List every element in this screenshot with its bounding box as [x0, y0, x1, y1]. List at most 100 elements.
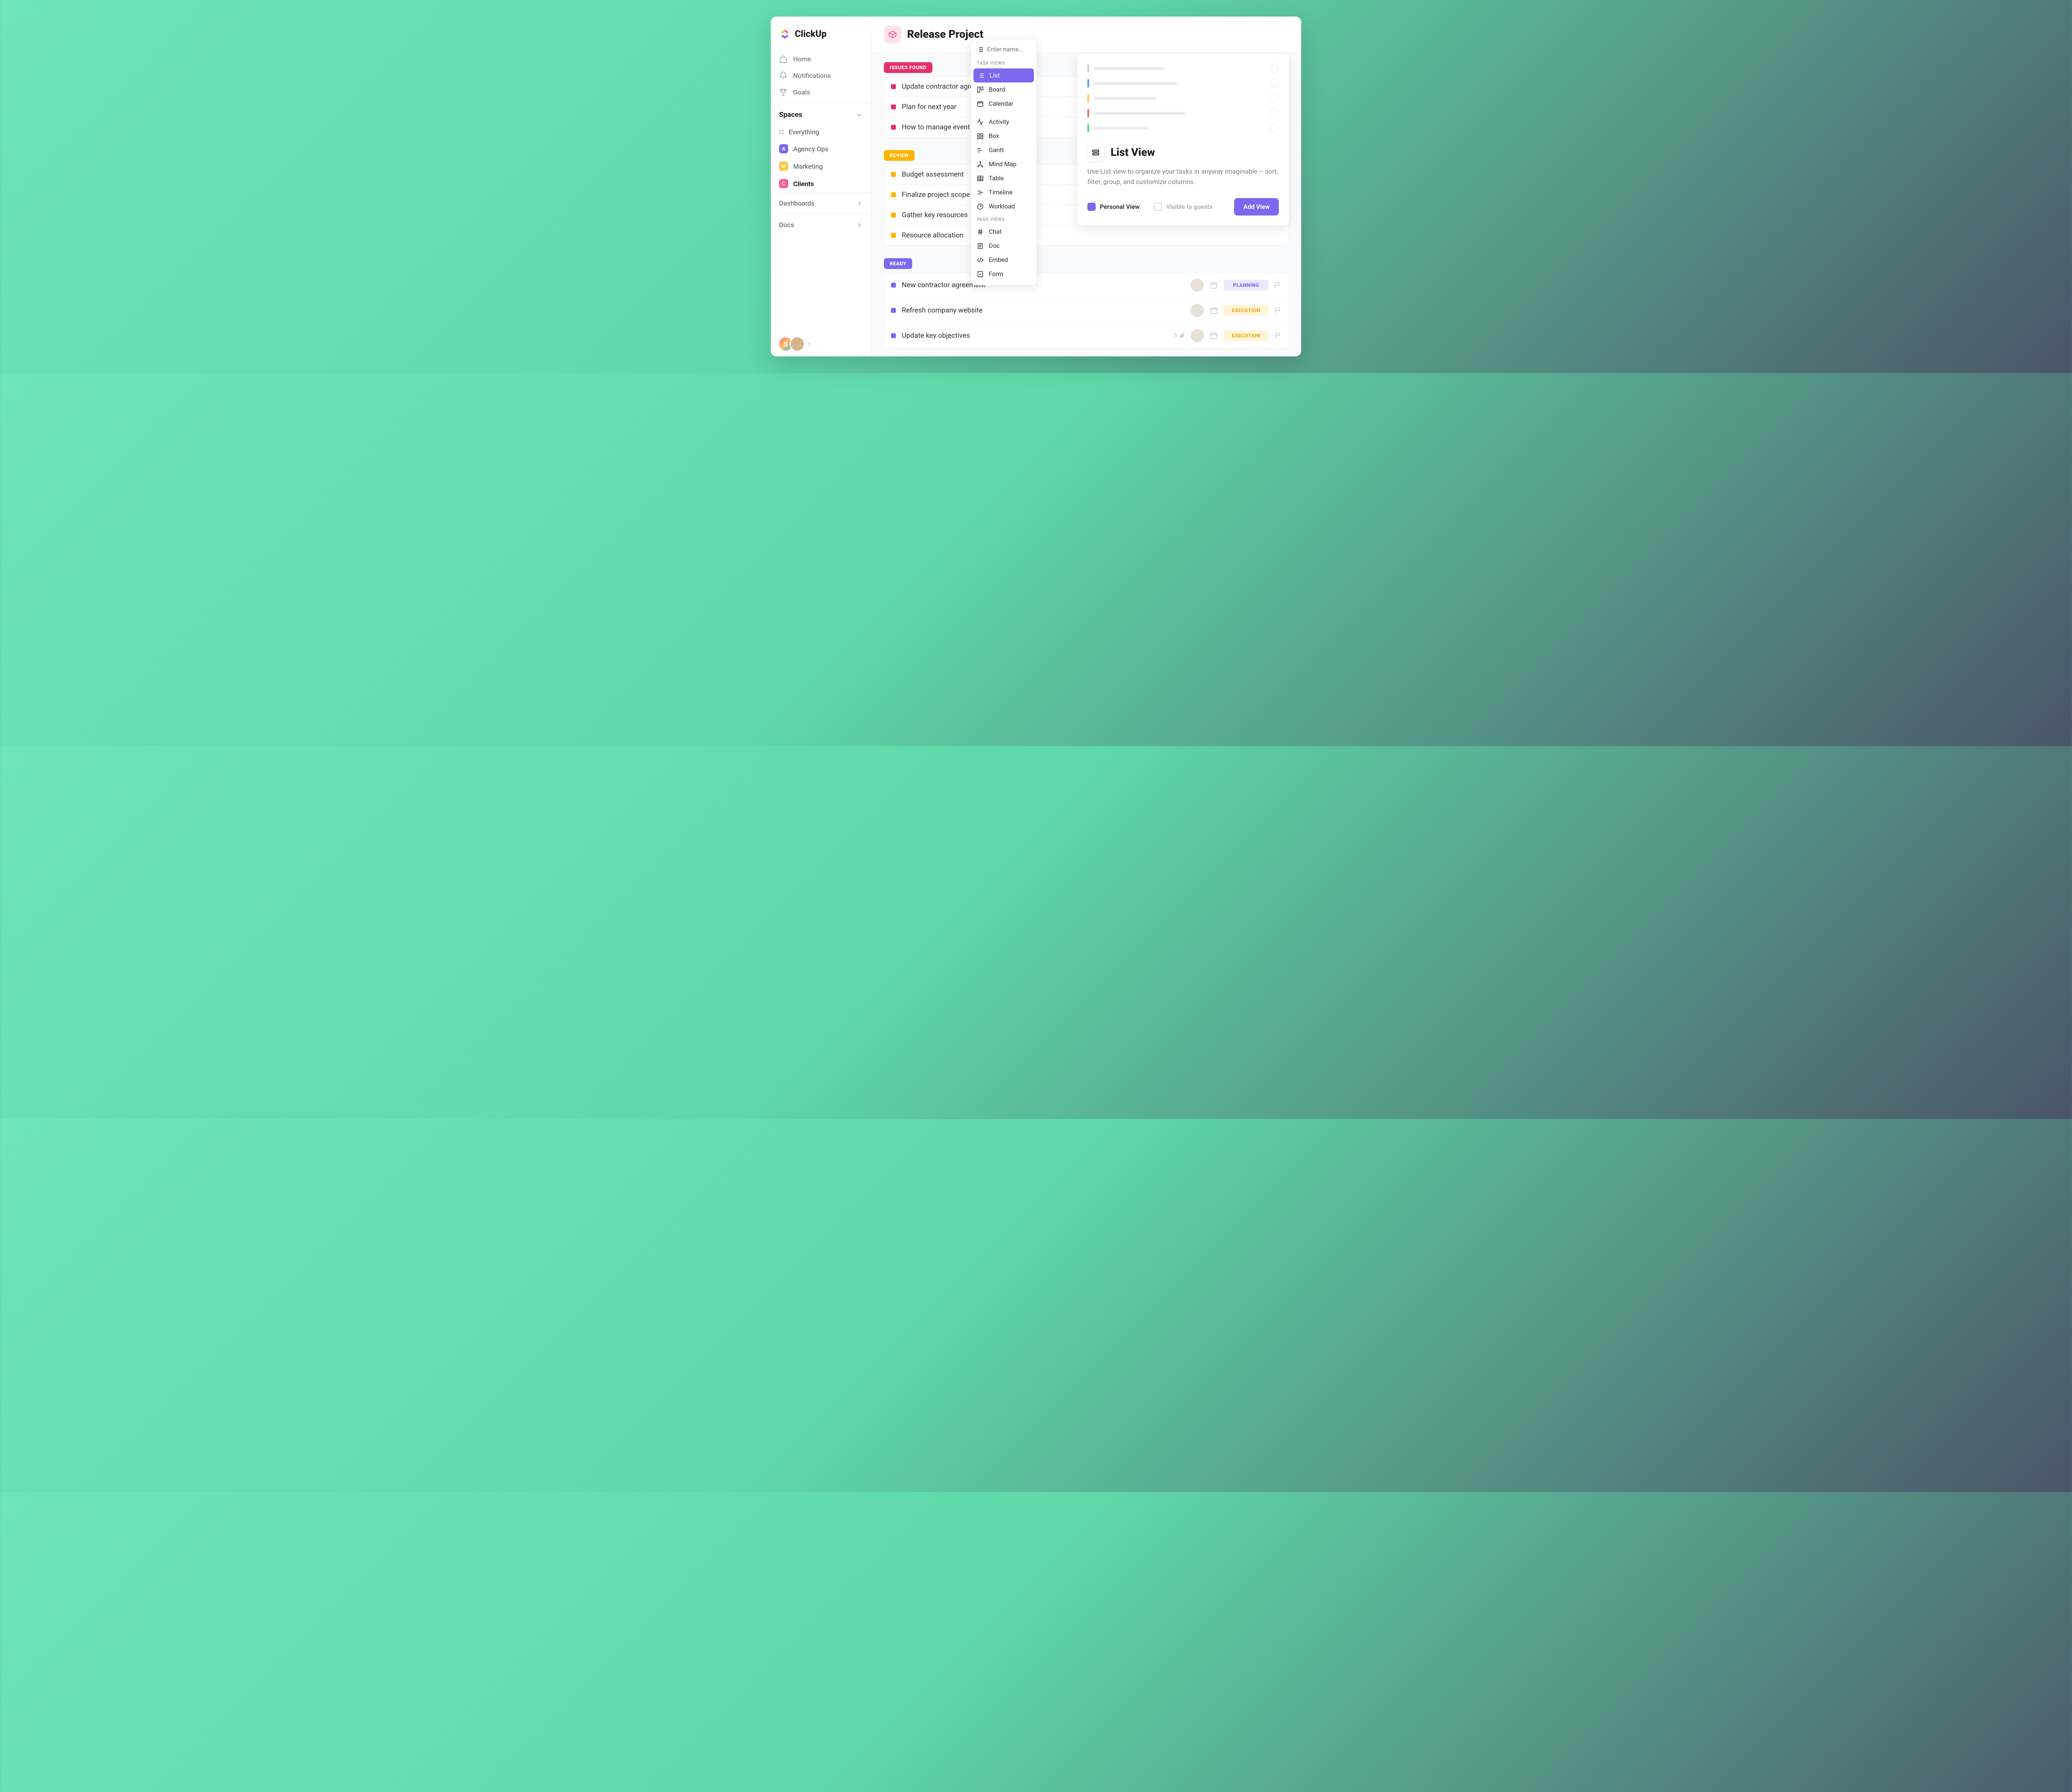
page-views-label: PAGE VIEWS — [971, 213, 1036, 225]
app-window: ClickUp Home Notifications Goals Spaces … — [771, 17, 1301, 356]
calendar-icon[interactable] — [1210, 332, 1218, 340]
nav-dashboards-label: Dashboards — [779, 199, 815, 207]
assignee-avatar[interactable] — [1191, 304, 1204, 317]
trophy-icon — [779, 88, 787, 96]
view-option-timeline[interactable]: Timeline — [971, 185, 1036, 199]
list-view-icon — [1087, 144, 1104, 161]
space-everything-label: Everything — [789, 128, 819, 136]
visible-guests-checkbox[interactable] — [1154, 203, 1162, 211]
nav-goals-label: Goals — [793, 88, 810, 96]
nav-home[interactable]: Home — [771, 51, 871, 67]
board-icon — [977, 86, 984, 93]
task-row[interactable]: Resource allocation — [884, 225, 1289, 246]
view-option-mindmap[interactable]: Mind Map — [971, 157, 1036, 171]
task-row[interactable]: New contractor agreement PLANNING — [884, 272, 1289, 298]
nav-docs[interactable]: Docs — [771, 214, 871, 235]
nav-notifications-label: Notifications — [793, 72, 831, 80]
nav-goals[interactable]: Goals — [771, 84, 871, 100]
view-option-box[interactable]: Box — [971, 129, 1036, 143]
status-dot — [891, 233, 896, 238]
view-option-activity[interactable]: Activity — [971, 115, 1036, 129]
doc-icon — [977, 242, 984, 249]
nav-docs-label: Docs — [779, 221, 794, 229]
view-option-calendar[interactable]: Calendar — [971, 97, 1036, 111]
task-tag: EXECUTION — [1224, 330, 1268, 341]
view-option-doc[interactable]: Doc — [971, 239, 1036, 253]
form-icon — [977, 271, 984, 278]
view-option-chat[interactable]: Chat — [971, 225, 1036, 239]
task-tag: PLANNING — [1224, 280, 1268, 291]
gantt-icon — [977, 147, 984, 154]
nav-dashboards[interactable]: Dashboards — [771, 192, 871, 214]
grid-icon — [977, 133, 984, 140]
space-item[interactable]: CClients — [771, 175, 871, 192]
list-icon — [977, 46, 984, 53]
group-badge[interactable]: ISSUES FOUND — [884, 62, 932, 73]
group-badge[interactable]: REVIEW — [884, 150, 915, 161]
chevron-down-icon — [856, 111, 863, 118]
assignee-avatar[interactable] — [1191, 278, 1204, 292]
flag-icon[interactable] — [1274, 307, 1282, 314]
space-label: Marketing — [793, 162, 823, 170]
preview-row — [1087, 109, 1279, 118]
chevron-right-icon — [856, 200, 863, 207]
status-dot — [891, 172, 896, 177]
caret-down-icon — [806, 341, 811, 346]
assignee-avatar[interactable] — [1191, 329, 1204, 342]
view-name-input[interactable] — [987, 46, 1031, 53]
brand-logo[interactable]: ClickUp — [771, 17, 871, 48]
chevron-right-icon — [856, 222, 863, 228]
task-title: New contractor agreement — [902, 281, 1185, 289]
task-title: Resource allocation — [902, 231, 1282, 240]
space-item[interactable]: AAgency Ops — [771, 140, 871, 157]
view-option-workload[interactable]: Workload — [971, 199, 1036, 213]
main-area: Release Project ISSUES FOUNDUpdate contr… — [871, 17, 1301, 356]
space-item[interactable]: MMarketing — [771, 157, 871, 175]
task-group: READY New contractor agreement PLANNING Ref… — [884, 258, 1289, 349]
nav-notifications[interactable]: Notifications — [771, 67, 871, 84]
user-switcher[interactable]: S — [778, 337, 811, 351]
panel-footer: Personal View Visible to guests Add View — [1087, 198, 1279, 216]
view-option-gantt[interactable]: Gantt — [971, 143, 1036, 157]
code-icon — [977, 257, 984, 264]
personal-view-checkbox[interactable] — [1087, 203, 1096, 211]
status-dot — [891, 283, 896, 288]
view-option-embed[interactable]: Embed — [971, 253, 1036, 267]
group-badge[interactable]: READY — [884, 258, 912, 269]
status-dot — [891, 125, 896, 130]
flag-icon[interactable] — [1274, 281, 1282, 289]
activity-icon — [977, 119, 984, 126]
task-row[interactable]: Refresh company website EXECUTION — [884, 298, 1289, 323]
view-option-list[interactable]: List — [973, 68, 1034, 82]
box-icon — [888, 30, 897, 39]
calendar-icon[interactable] — [1210, 281, 1218, 289]
task-row[interactable]: Update key objectives 5 EXECUTION — [884, 323, 1289, 349]
sidebar: ClickUp Home Notifications Goals Spaces … — [771, 17, 871, 356]
view-detail-panel: List View Use List view to organize your… — [1077, 54, 1289, 225]
preview-row — [1087, 94, 1279, 103]
status-dot — [891, 213, 896, 218]
view-option-form[interactable]: Form — [971, 267, 1036, 281]
space-everything[interactable]: Everything — [771, 124, 871, 140]
flag-icon[interactable] — [1274, 332, 1282, 339]
attachment-count: 5 — [1174, 332, 1185, 339]
task-tag: EXECUTION — [1224, 305, 1268, 316]
spaces-header[interactable]: Spaces — [771, 103, 871, 124]
calendar-icon[interactable] — [1210, 306, 1218, 315]
status-dot — [891, 308, 896, 313]
view-option-table[interactable]: Table — [971, 171, 1036, 185]
calendar-icon — [977, 100, 984, 107]
view-name-row — [971, 44, 1036, 57]
view-option-board[interactable]: Board — [971, 82, 1036, 97]
project-header: Release Project — [871, 17, 1301, 52]
workload-icon — [977, 203, 984, 210]
view-picker-popup: TASK VIEWS List Board Calendar Activity … — [971, 40, 1036, 285]
add-view-button[interactable]: Add View — [1234, 198, 1279, 216]
task-title: Update key objectives — [902, 332, 1168, 340]
task-title: Refresh company website — [902, 306, 1185, 315]
user-avatar-2 — [790, 337, 805, 351]
status-dot — [891, 104, 896, 109]
space-badge: A — [779, 144, 788, 153]
bell-icon — [779, 71, 787, 80]
brand-name: ClickUp — [795, 29, 827, 39]
